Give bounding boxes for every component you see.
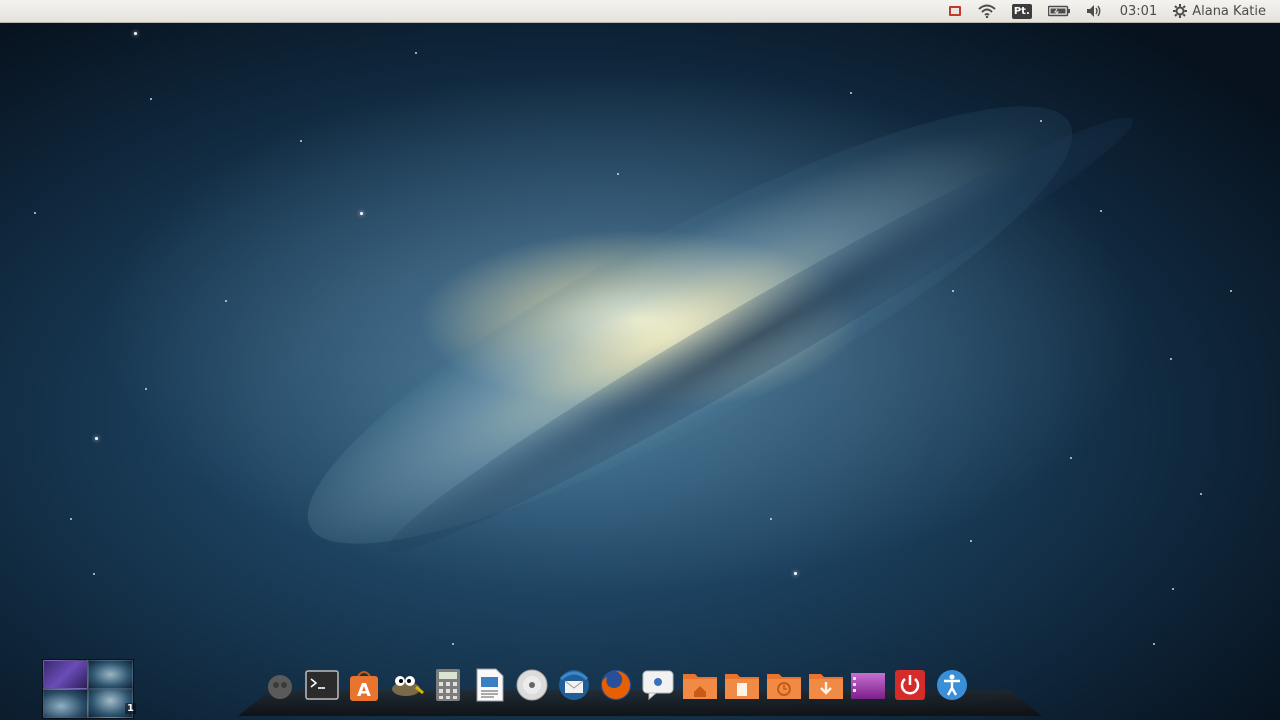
network-indicator[interactable] bbox=[970, 0, 1004, 22]
dock-item-gimp[interactable] bbox=[388, 667, 424, 703]
dock-item-accessibility[interactable] bbox=[934, 667, 970, 703]
gimp-icon bbox=[388, 671, 424, 699]
star bbox=[1230, 290, 1232, 292]
volume-icon bbox=[1086, 4, 1104, 18]
home-folder-icon bbox=[682, 670, 718, 700]
dock-item-firefox[interactable] bbox=[598, 667, 634, 703]
dock-item-documents-folder[interactable] bbox=[724, 667, 760, 703]
dock-item-software-center[interactable]: A bbox=[346, 667, 382, 703]
indicator-tray: Pt. 03:01 Alana Katie bbox=[940, 0, 1280, 22]
mail-indicator[interactable] bbox=[940, 0, 970, 22]
dock-item-power[interactable] bbox=[892, 667, 928, 703]
backup-folder-icon bbox=[766, 670, 802, 700]
dock-item-thunderbird[interactable] bbox=[556, 667, 592, 703]
mail-indicator-icon bbox=[948, 4, 962, 18]
dock-item-calculator[interactable] bbox=[430, 667, 466, 703]
document-viewer-icon bbox=[476, 668, 504, 702]
dock: A bbox=[262, 664, 976, 706]
wifi-icon bbox=[978, 4, 996, 18]
accessibility-icon bbox=[936, 669, 968, 701]
user-name: Alana Katie bbox=[1192, 3, 1266, 19]
workspace-1[interactable] bbox=[43, 660, 88, 689]
star bbox=[34, 212, 36, 214]
dock-item-gimp-left[interactable] bbox=[262, 667, 298, 703]
dock-item-downloads-folder[interactable] bbox=[808, 667, 844, 703]
top-panel: Pt. 03:01 Alana Katie bbox=[0, 0, 1280, 23]
session-indicator[interactable]: Alana Katie bbox=[1165, 0, 1274, 22]
dock-item-home-folder[interactable] bbox=[682, 667, 718, 703]
star bbox=[1070, 457, 1072, 459]
star bbox=[134, 32, 137, 35]
clock-indicator[interactable]: 03:01 bbox=[1112, 0, 1165, 22]
star bbox=[145, 388, 147, 390]
svg-text:A: A bbox=[357, 680, 371, 701]
star bbox=[1170, 358, 1172, 360]
gimp-icon bbox=[264, 669, 296, 701]
star bbox=[70, 518, 72, 520]
workspace-switcher[interactable]: 1 bbox=[42, 659, 136, 719]
chat-icon bbox=[641, 669, 675, 701]
star bbox=[770, 518, 772, 520]
firefox-icon bbox=[599, 668, 633, 702]
star bbox=[300, 140, 302, 142]
power-icon bbox=[894, 669, 926, 701]
star bbox=[1172, 588, 1174, 590]
workspace-3[interactable] bbox=[43, 689, 88, 718]
calculator-icon bbox=[435, 668, 461, 702]
disc-icon bbox=[516, 669, 548, 701]
star bbox=[452, 643, 454, 645]
star bbox=[360, 212, 363, 215]
star bbox=[1040, 120, 1042, 122]
star bbox=[970, 540, 972, 542]
workspace-number: 1 bbox=[125, 703, 136, 714]
desktop-wallpaper[interactable] bbox=[0, 0, 1280, 720]
dock-item-backup-folder[interactable] bbox=[766, 667, 802, 703]
keyboard-layout-icon: Pt. bbox=[1011, 3, 1032, 19]
terminal-icon bbox=[305, 670, 339, 700]
software-center-icon: A bbox=[348, 668, 380, 702]
video-folder-icon bbox=[850, 670, 886, 700]
thunderbird-icon bbox=[557, 669, 591, 701]
keyboard-layout-indicator[interactable]: Pt. bbox=[1004, 0, 1040, 22]
workspace-2[interactable] bbox=[88, 660, 133, 689]
star bbox=[794, 572, 797, 575]
dock-item-video-folder[interactable] bbox=[850, 667, 886, 703]
star bbox=[850, 92, 852, 94]
battery-indicator[interactable] bbox=[1040, 0, 1078, 22]
star bbox=[1153, 643, 1155, 645]
dock-item-chat[interactable] bbox=[640, 667, 676, 703]
sound-indicator[interactable] bbox=[1078, 0, 1112, 22]
clock-text: 03:01 bbox=[1119, 3, 1158, 19]
dock-item-terminal[interactable] bbox=[304, 667, 340, 703]
star bbox=[952, 290, 954, 292]
dock-item-disc[interactable] bbox=[514, 667, 550, 703]
star bbox=[415, 52, 417, 54]
star bbox=[617, 173, 619, 175]
downloads-folder-icon bbox=[808, 670, 844, 700]
star bbox=[1200, 493, 1202, 495]
galaxy-glow bbox=[265, 39, 1115, 611]
gear-icon bbox=[1173, 4, 1188, 18]
documents-folder-icon bbox=[724, 670, 760, 700]
star bbox=[1100, 210, 1102, 212]
dock-item-document-viewer[interactable] bbox=[472, 667, 508, 703]
battery-icon bbox=[1047, 5, 1070, 17]
star bbox=[95, 437, 98, 440]
star bbox=[93, 573, 95, 575]
star bbox=[225, 300, 227, 302]
star bbox=[150, 98, 152, 100]
